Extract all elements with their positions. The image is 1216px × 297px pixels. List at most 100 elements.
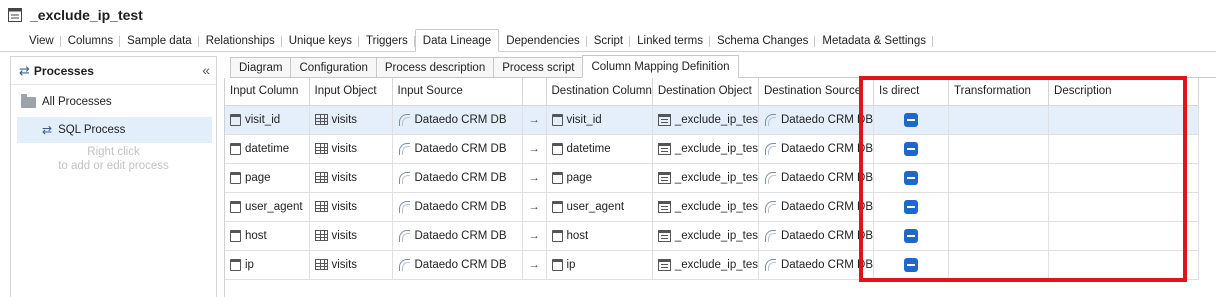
destination-column-cell[interactable]: page <box>546 163 653 193</box>
input-column-cell[interactable]: user_agent <box>225 192 310 222</box>
is-direct-cell <box>873 192 950 222</box>
input-column-cell[interactable]: host <box>225 221 310 251</box>
input-column-cell[interactable]: visit_id <box>225 105 310 135</box>
input-object-cell[interactable]: visits <box>309 105 393 135</box>
input-object-cell[interactable]: visits <box>309 250 393 280</box>
input-source-cell[interactable]: Dataedo CRM DB <box>392 250 523 280</box>
destination-column-cell[interactable]: datetime <box>546 134 653 164</box>
is-direct-checkbox[interactable] <box>904 112 919 127</box>
header-destination-object[interactable]: Destination Object <box>652 78 759 106</box>
header-is-direct[interactable]: Is direct <box>873 78 950 106</box>
tab-relationships[interactable]: Relationships <box>199 31 282 51</box>
tab-metadata-settings[interactable]: Metadata & Settings <box>815 31 933 51</box>
transformation-cell[interactable] <box>948 134 1050 164</box>
header-input-object[interactable]: Input Object <box>309 78 393 106</box>
is-direct-checkbox[interactable] <box>904 228 919 243</box>
destination-object-cell[interactable]: _exclude_ip_tes <box>652 163 759 193</box>
input-column-cell[interactable]: ip <box>225 250 310 280</box>
header-transformation[interactable]: Transformation <box>948 78 1050 106</box>
input-source-cell-text: Dataedo CRM DB <box>414 142 507 155</box>
subtab-process-script[interactable]: Process script <box>493 57 584 77</box>
collapse-panel-icon[interactable]: « <box>202 62 210 78</box>
input-source-cell[interactable]: Dataedo CRM DB <box>392 134 523 164</box>
destination-source-cell[interactable]: Dataedo CRM DB <box>758 250 875 280</box>
all-processes-item[interactable]: All Processes <box>11 89 216 115</box>
destination-object-cell[interactable]: _exclude_ip_tes <box>652 221 759 251</box>
database-icon <box>398 258 411 271</box>
destination-column-cell-text: page <box>566 171 593 184</box>
description-cell[interactable] <box>1048 250 1200 280</box>
input-source-cell[interactable]: Dataedo CRM DB <box>392 192 523 222</box>
table-row[interactable]: datetime visits Dataedo CRM DB → datetime _ex… <box>225 134 1200 164</box>
input-object-cell[interactable]: visits <box>309 192 393 222</box>
transformation-cell[interactable] <box>948 105 1050 135</box>
transformation-cell[interactable] <box>948 163 1050 193</box>
header-destination-column[interactable]: Destination Column <box>546 78 653 106</box>
tab-triggers[interactable]: Triggers <box>359 31 415 51</box>
destination-object-cell[interactable]: _exclude_ip_tes <box>652 192 759 222</box>
description-cell[interactable] <box>1048 163 1200 193</box>
is-direct-checkbox[interactable] <box>904 199 919 214</box>
description-cell[interactable] <box>1048 134 1200 164</box>
destination-source-cell[interactable]: Dataedo CRM DB <box>758 134 875 164</box>
table-row[interactable]: page visits Dataedo CRM DB → page _exclude_ip… <box>225 163 1200 193</box>
table-row[interactable]: user_agent visits Dataedo CRM DB → user_agen… <box>225 192 1200 222</box>
header-input-column[interactable]: Input Column <box>225 78 310 106</box>
database-icon <box>398 200 411 213</box>
input-column-cell[interactable]: page <box>225 163 310 193</box>
table-row[interactable]: visit_id visits Dataedo CRM DB → visit_id _ex… <box>225 105 1200 135</box>
tab-dependencies[interactable]: Dependencies <box>499 31 587 51</box>
tab-script[interactable]: Script <box>587 31 631 51</box>
destination-column-cell[interactable]: user_agent <box>546 192 653 222</box>
tab-columns[interactable]: Columns <box>61 31 121 51</box>
input-object-cell[interactable]: visits <box>309 221 393 251</box>
destination-source-cell[interactable]: Dataedo CRM DB <box>758 163 875 193</box>
tab-unique-keys[interactable]: Unique keys <box>282 31 360 51</box>
table-row[interactable]: ip visits Dataedo CRM DB → ip _exclude_ip_tes… <box>225 250 1200 280</box>
tab-sample-data[interactable]: Sample data <box>120 31 199 51</box>
input-source-cell-text: Dataedo CRM DB <box>414 200 507 213</box>
header-destination-source[interactable]: Destination Source <box>758 78 875 106</box>
destination-column-cell[interactable]: host <box>546 221 653 251</box>
destination-column-cell[interactable]: visit_id <box>546 105 653 135</box>
lineage-subtab-bar: Diagram Configuration Process description P… <box>230 55 1216 78</box>
description-cell[interactable] <box>1048 105 1200 135</box>
sql-process-item[interactable]: ⇄ SQL Process <box>17 117 212 143</box>
transformation-cell[interactable] <box>948 192 1050 222</box>
view-icon <box>657 171 671 184</box>
input-source-cell[interactable]: Dataedo CRM DB <box>392 221 523 251</box>
is-direct-checkbox[interactable] <box>904 257 919 272</box>
input-source-cell[interactable]: Dataedo CRM DB <box>392 105 523 135</box>
subtab-diagram[interactable]: Diagram <box>230 57 292 77</box>
destination-source-cell-text: Dataedo CRM DB <box>780 258 874 271</box>
destination-source-cell[interactable]: Dataedo CRM DB <box>758 192 875 222</box>
input-source-cell[interactable]: Dataedo CRM DB <box>392 163 523 193</box>
input-object-cell[interactable]: visits <box>309 163 393 193</box>
subtab-column-mapping-definition[interactable]: Column Mapping Definition <box>582 55 739 78</box>
destination-object-cell[interactable]: _exclude_ip_tes <box>652 250 759 280</box>
input-object-cell[interactable]: visits <box>309 134 393 164</box>
transformation-cell[interactable] <box>948 250 1050 280</box>
destination-column-cell[interactable]: ip <box>546 250 653 280</box>
is-direct-checkbox[interactable] <box>904 170 919 185</box>
destination-object-cell[interactable]: _exclude_ip_tes <box>652 105 759 135</box>
destination-source-cell[interactable]: Dataedo CRM DB <box>758 221 875 251</box>
tab-view[interactable]: View <box>22 31 61 51</box>
tab-linked-terms[interactable]: Linked terms <box>630 31 710 51</box>
subtab-process-description[interactable]: Process description <box>375 57 495 77</box>
tab-schema-changes[interactable]: Schema Changes <box>710 31 816 51</box>
input-column-cell[interactable]: datetime <box>225 134 310 164</box>
destination-object-cell[interactable]: _exclude_ip_tes <box>652 134 759 164</box>
header-description[interactable]: Description <box>1048 78 1200 106</box>
tab-data-lineage[interactable]: Data Lineage <box>414 29 500 52</box>
description-cell[interactable] <box>1048 221 1200 251</box>
processes-header: ⇄ Processes <box>11 57 216 85</box>
is-direct-checkbox[interactable] <box>904 141 919 156</box>
destination-source-cell[interactable]: Dataedo CRM DB <box>758 105 875 135</box>
description-cell[interactable] <box>1048 192 1200 222</box>
destination-column-cell-text: visit_id <box>566 113 602 126</box>
header-input-source[interactable]: Input Source <box>392 78 523 106</box>
subtab-configuration[interactable]: Configuration <box>290 57 377 77</box>
transformation-cell[interactable] <box>948 221 1050 251</box>
table-row[interactable]: host visits Dataedo CRM DB → host _exclude_ip… <box>225 221 1200 251</box>
